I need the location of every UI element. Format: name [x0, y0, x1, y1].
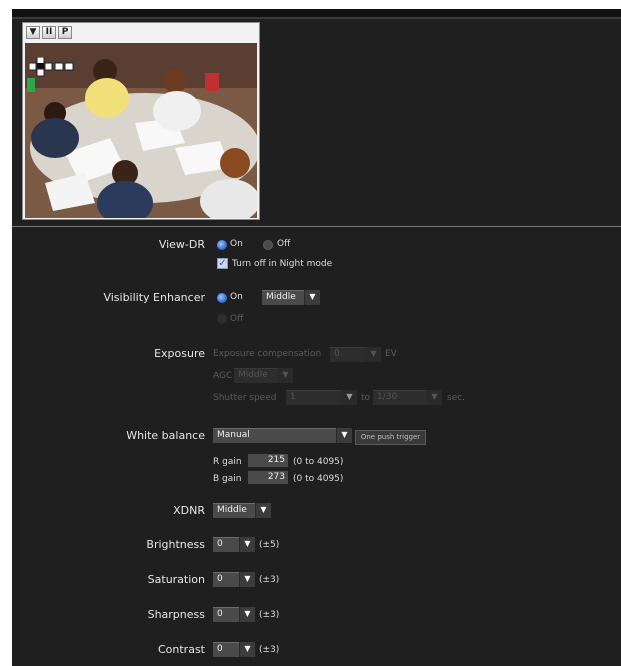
- r-gain-label: R gain: [213, 457, 242, 467]
- section-divider: [12, 226, 621, 227]
- xdnr-value: Middle: [217, 505, 247, 515]
- shutter-speed-from-value: 1: [290, 392, 296, 402]
- agc-value: Middle: [238, 370, 268, 380]
- contrast-range: (±3): [259, 645, 280, 655]
- exposure-label: Exposure: [154, 347, 205, 360]
- b-gain-range: (0 to 4095): [293, 474, 344, 484]
- chevron-down-icon: ▼: [304, 290, 320, 305]
- chevron-down-icon: ▼: [239, 642, 255, 657]
- chevron-down-icon: ▼: [239, 537, 255, 552]
- view-dr-off-radio[interactable]: [263, 240, 273, 250]
- visibility-enhancer-label: Visibility Enhancer: [103, 291, 205, 304]
- exposure-compensation-value: 0: [334, 349, 340, 359]
- contrast-label: Contrast: [157, 643, 205, 656]
- shutter-speed-to-select[interactable]: 1/30 ▼: [373, 390, 442, 405]
- chevron-down-icon: ▼: [277, 368, 293, 383]
- view-dr-on-label: On: [230, 239, 243, 249]
- sharpness-range: (±3): [259, 610, 280, 620]
- chevron-down-icon: ▼: [365, 347, 381, 362]
- top-bar: [12, 9, 621, 17]
- brightness-select[interactable]: 0 ▼: [213, 537, 255, 552]
- contrast-value: 0: [217, 644, 223, 654]
- chevron-down-icon: ▼: [426, 390, 442, 405]
- saturation-select[interactable]: 0 ▼: [213, 572, 255, 587]
- preset-button[interactable]: P: [58, 26, 72, 39]
- visibility-enhancer-off-label: Off: [230, 314, 244, 324]
- agc-label: AGC: [213, 371, 233, 381]
- brightness-value: 0: [217, 539, 223, 549]
- view-dr-off-label: Off: [277, 239, 291, 249]
- visibility-enhancer-off-radio[interactable]: [217, 314, 227, 324]
- sharpness-label: Sharpness: [147, 608, 205, 621]
- visibility-enhancer-level-select[interactable]: Middle ▼: [262, 290, 320, 305]
- sharpness-select[interactable]: 0 ▼: [213, 607, 255, 622]
- video-preview-panel: ▼ II P: [22, 22, 260, 220]
- sec-unit-label: sec.: [447, 393, 466, 403]
- r-gain-range: (0 to 4095): [293, 457, 344, 467]
- menu-button[interactable]: ▼: [26, 26, 40, 39]
- chevron-down-icon: ▼: [239, 572, 255, 587]
- shutter-speed-label: Shutter speed: [213, 393, 277, 403]
- b-gain-label: B gain: [213, 474, 242, 484]
- ev-unit-label: EV: [385, 349, 397, 359]
- saturation-range: (±3): [259, 575, 280, 585]
- camera-settings-window: ▼ II P View-DR On Off ✓ Turn off in Nigh…: [12, 9, 621, 666]
- shutter-to-label: to: [361, 393, 371, 403]
- saturation-label: Saturation: [147, 573, 205, 586]
- visibility-enhancer-level-value: Middle: [266, 292, 296, 302]
- top-strip: [12, 17, 621, 19]
- shutter-speed-to-value: 1/30: [377, 392, 398, 402]
- r-gain-input[interactable]: 215: [248, 454, 288, 467]
- chevron-down-icon: ▼: [255, 503, 271, 518]
- sharpness-value: 0: [217, 609, 223, 619]
- contrast-select[interactable]: 0 ▼: [213, 642, 255, 657]
- brightness-range: (±5): [259, 540, 280, 550]
- night-mode-checkbox[interactable]: ✓: [217, 258, 228, 269]
- exposure-compensation-label: Exposure compensation: [213, 349, 322, 359]
- brightness-label: Brightness: [146, 538, 205, 551]
- visibility-enhancer-on-radio[interactable]: [217, 293, 227, 303]
- one-push-trigger-button[interactable]: One push trigger: [355, 430, 426, 445]
- night-mode-label: Turn off in Night mode: [232, 259, 333, 269]
- white-balance-mode-value: Manual: [217, 430, 250, 440]
- xdnr-select[interactable]: Middle ▼: [213, 503, 271, 518]
- white-balance-mode-select[interactable]: Manual ▼: [213, 428, 352, 443]
- view-dr-label: View-DR: [158, 238, 205, 251]
- visibility-enhancer-on-label: On: [230, 292, 243, 302]
- shutter-speed-from-select[interactable]: 1 ▼: [286, 390, 357, 405]
- exposure-compensation-select[interactable]: 0 ▼: [330, 347, 381, 362]
- agc-select[interactable]: Middle ▼: [234, 368, 293, 383]
- saturation-value: 0: [217, 574, 223, 584]
- chevron-down-icon: ▼: [239, 607, 255, 622]
- chevron-down-icon: ▼: [341, 390, 357, 405]
- white-balance-label: White balance: [126, 429, 205, 442]
- b-gain-input[interactable]: 273: [248, 471, 288, 484]
- pause-button[interactable]: II: [42, 26, 56, 39]
- chevron-down-icon: ▼: [336, 428, 352, 443]
- xdnr-label: XDNR: [173, 504, 205, 517]
- ptz-control-icon[interactable]: [29, 57, 77, 79]
- view-dr-on-radio[interactable]: [217, 240, 227, 250]
